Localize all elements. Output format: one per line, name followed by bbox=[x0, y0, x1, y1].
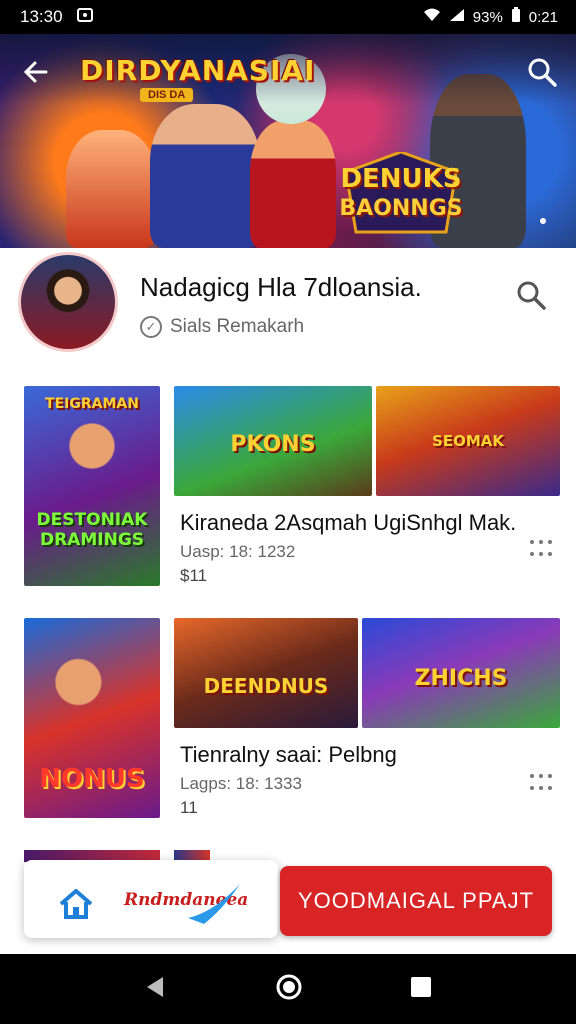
battery-icon bbox=[511, 7, 521, 27]
status-bar: 13:30 93% 0:21 bbox=[0, 0, 576, 34]
profile-subtitle: Sials Remakarh bbox=[170, 316, 305, 337]
back-button[interactable] bbox=[22, 58, 52, 88]
banner-logo-line1: DENUKS bbox=[340, 164, 462, 194]
banner-character-3 bbox=[250, 120, 336, 248]
search-icon bbox=[528, 58, 557, 87]
notification-icon bbox=[76, 7, 93, 27]
profile-search-button[interactable] bbox=[514, 278, 548, 312]
wifi-icon bbox=[423, 8, 441, 26]
more-options-icon[interactable] bbox=[530, 774, 554, 792]
game-thumbnail-a: PKONS bbox=[174, 386, 372, 496]
verified-check-icon: ✓ bbox=[140, 316, 162, 338]
game-thumbnail-label: NONUS bbox=[39, 764, 145, 794]
avatar[interactable] bbox=[18, 252, 118, 352]
game-count: 11 bbox=[180, 798, 198, 817]
bottom-action-bar: Rndmdaneea YOODMAIGAL PPAJT bbox=[0, 848, 576, 954]
header-banner: DIRDYANASIAI DIS DA DENUKS BAONNGS bbox=[0, 34, 576, 248]
game-thumbnail-b-label: SEOMAK bbox=[432, 432, 504, 450]
more-options-icon[interactable] bbox=[530, 540, 554, 558]
banner-character-2 bbox=[150, 104, 260, 248]
game-title[interactable]: Tienralny saai: Pelbng bbox=[180, 742, 397, 768]
list-item[interactable]: NONUS DEENDNUS ZHICHS Tienralny saai: Pe… bbox=[24, 618, 560, 818]
triangle-back-icon bbox=[147, 976, 163, 997]
game-thumbnail-b: SEOMAK bbox=[376, 386, 560, 496]
game-thumbnail-main: TEIGRAMAN DESTONIAK DRAMINGS bbox=[24, 386, 160, 586]
nav-back-button[interactable] bbox=[143, 974, 169, 1005]
search-icon bbox=[517, 281, 546, 310]
game-thumbnail-b-label: ZHICHS bbox=[414, 666, 508, 691]
banner-page-indicator bbox=[540, 218, 546, 224]
banner-logo: DENUKS BAONNGS bbox=[326, 152, 476, 242]
nav-home-button[interactable] bbox=[275, 973, 303, 1006]
game-thumbnail-label: DESTONIAK DRAMINGS bbox=[36, 510, 148, 550]
status-clock-right: 0:21 bbox=[528, 8, 558, 26]
signal-icon bbox=[449, 8, 465, 26]
brand-swoosh-icon bbox=[188, 884, 240, 924]
nav-recents-button[interactable] bbox=[409, 975, 433, 1004]
status-time: 13:30 bbox=[20, 7, 63, 26]
profile-section: Nadagicg Hla 7dloansia. ✓ Sials Remakarh bbox=[0, 248, 576, 368]
game-thumbnail-b: ZHICHS bbox=[362, 618, 560, 728]
banner-title: DIRDYANASIAI bbox=[80, 54, 316, 87]
game-thumbnail-a-label: PKONS bbox=[230, 432, 316, 457]
game-title[interactable]: Kiraneda 2Asqmah UgiSnhgl Mak. bbox=[180, 510, 516, 536]
profile-subtitle-row: ✓ Sials Remakarh bbox=[140, 316, 304, 338]
game-thumbnail-a-label: DEENDNUS bbox=[203, 674, 329, 698]
home-icon bbox=[59, 889, 93, 919]
primary-cta-button[interactable]: YOODMAIGAL PPAJT bbox=[280, 866, 552, 936]
banner-subtitle: DIS DA bbox=[140, 88, 194, 102]
game-thumbnail-a: DEENDNUS bbox=[174, 618, 358, 728]
back-arrow-icon bbox=[23, 61, 48, 83]
game-count: $11 bbox=[180, 566, 208, 585]
game-meta: Lagps: 18: 1333 bbox=[180, 774, 302, 793]
game-thumbnail-top-label: TEIGRAMAN bbox=[45, 396, 139, 412]
game-thumbnail-main: NONUS bbox=[24, 618, 160, 818]
square-recents-icon bbox=[411, 976, 431, 997]
brand-card[interactable]: Rndmdaneea bbox=[24, 860, 278, 938]
banner-logo-line2: BAONNGS bbox=[339, 196, 463, 221]
profile-name: Nadagicg Hla 7dloansia. bbox=[140, 272, 422, 302]
system-nav-bar bbox=[0, 954, 576, 1024]
game-meta: Uasp: 18: 1232 bbox=[180, 542, 296, 561]
banner-character-1 bbox=[66, 130, 156, 248]
header-search-button[interactable] bbox=[526, 56, 558, 88]
battery-percent: 93% bbox=[472, 8, 503, 26]
circle-home-icon bbox=[276, 974, 302, 999]
list-item[interactable]: TEIGRAMAN DESTONIAK DRAMINGS PKONS SEOMA… bbox=[24, 386, 560, 586]
